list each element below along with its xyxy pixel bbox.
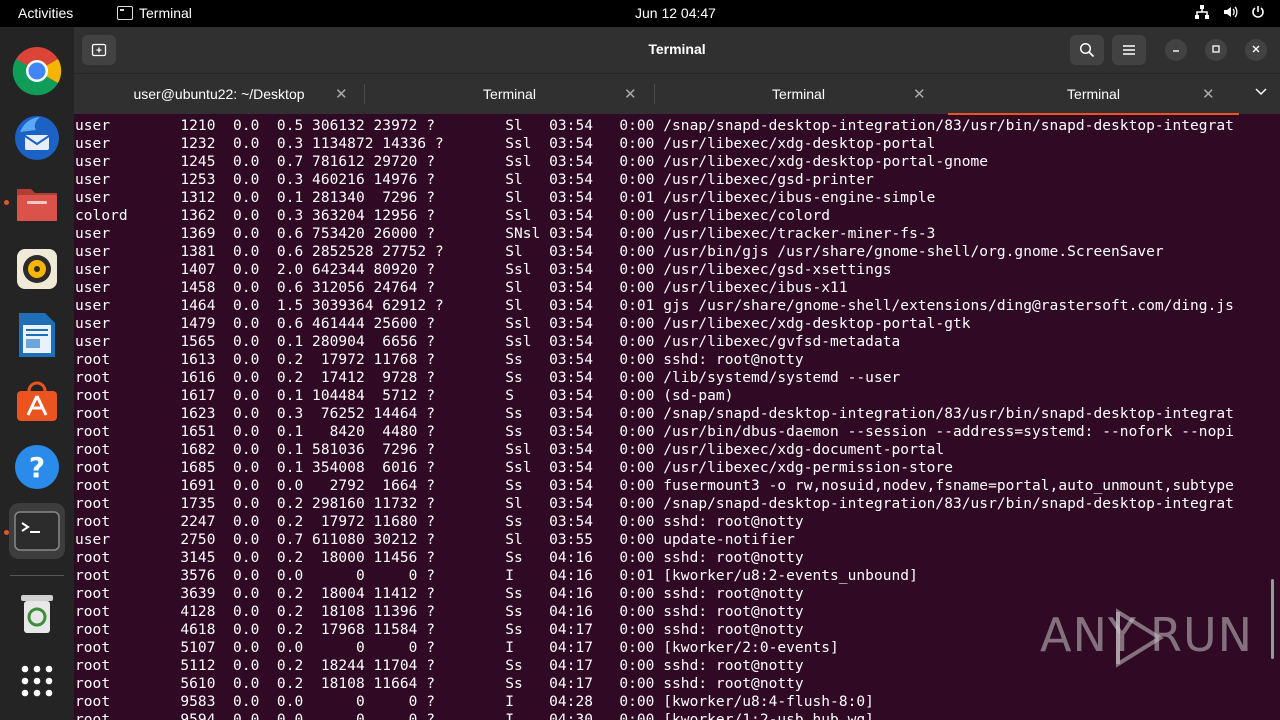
search-icon	[1079, 42, 1095, 58]
dock-separator	[10, 575, 64, 576]
terminal-line: root 5610 0.0 0.2 18108 11664 ? Ss 04:17…	[75, 676, 804, 692]
maximize-icon	[1212, 45, 1220, 53]
writer-icon	[19, 313, 55, 357]
terminal-line: root 1685 0.0 0.1 354008 6016 ? Ssl 03:5…	[75, 460, 953, 476]
activities-button[interactable]: Activities	[18, 5, 73, 21]
terminal-line: root 1623 0.0 0.3 76252 14464 ? Ss 03:54…	[75, 406, 1234, 422]
volume-icon[interactable]	[1222, 4, 1238, 20]
dock-help[interactable]: ?	[9, 439, 65, 495]
app-menu-label: Terminal	[139, 5, 192, 21]
tab-close-icon[interactable]: ✕	[913, 85, 926, 103]
terminal-line: root 1617 0.0 0.1 104484 5712 ? S 03:54 …	[75, 388, 734, 404]
network-icon[interactable]	[1194, 4, 1210, 20]
app-grid-icon	[21, 665, 53, 697]
terminal-line: user 2750 0.0 0.7 611080 30212 ? Sl 03:5…	[75, 532, 795, 548]
dock-files[interactable]	[9, 175, 65, 231]
tab-desktop[interactable]: user@ubuntu22: ~/Desktop ✕	[74, 74, 364, 115]
terminal-line: root 2247 0.0 0.2 17972 11680 ? Ss 03:54…	[75, 514, 804, 530]
tab-terminal-2[interactable]: Terminal ✕	[365, 74, 654, 115]
tab-terminal-4[interactable]: Terminal ✕	[948, 74, 1239, 115]
terminal-line: user 1458 0.0 0.6 312056 24764 ? Sl 03:5…	[75, 280, 848, 296]
tab-close-icon[interactable]: ✕	[1202, 85, 1215, 103]
watermark-right-text: RUN	[1150, 608, 1254, 662]
tab-close-icon[interactable]: ✕	[335, 85, 348, 103]
terminal-line: root 3639 0.0 0.2 18004 11412 ? Ss 04:16…	[75, 586, 804, 602]
chevron-down-icon	[1255, 88, 1267, 96]
dock-show-apps[interactable]	[9, 653, 65, 709]
maximize-button[interactable]	[1205, 39, 1227, 61]
terminal-line: root 5112 0.0 0.2 18244 11704 ? Ss 04:17…	[75, 658, 804, 674]
terminal-line: user 1253 0.0 0.3 460216 14976 ? Sl 03:5…	[75, 172, 874, 188]
minimize-icon	[1173, 50, 1179, 52]
terminal-line: user 1245 0.0 0.7 781612 29720 ? Ssl 03:…	[75, 154, 989, 170]
thunderbird-icon	[15, 116, 59, 160]
terminal-line: root 4618 0.0 0.2 17968 11584 ? Ss 04:17…	[75, 622, 804, 638]
power-icon[interactable]	[1250, 4, 1266, 20]
tab-terminal-3[interactable]: Terminal ✕	[655, 74, 942, 115]
dock: ?	[0, 27, 74, 720]
anyrun-watermark: ANY RUN	[1040, 608, 1252, 668]
terminal-line: root 1613 0.0 0.2 17972 11768 ? Ss 03:54…	[75, 352, 804, 368]
close-button[interactable]	[1245, 39, 1267, 61]
terminal-line: user 1464 0.0 1.5 3039364 62912 ? Sl 03:…	[75, 298, 1234, 314]
dock-thunderbird[interactable]	[9, 109, 65, 165]
terminal-line: root 1691 0.0 0.0 2792 1664 ? Ss 03:54 0…	[75, 478, 1234, 494]
terminal-line: user 1565 0.0 0.1 280904 6656 ? Ssl 03:5…	[75, 334, 901, 350]
terminal-line: root 1651 0.0 0.1 8420 4480 ? Ss 03:54 0…	[75, 424, 1234, 440]
header-bar: Terminal	[74, 27, 1280, 73]
terminal-line: user 1381 0.0 0.6 2852528 27752 ? Sl 03:…	[75, 244, 1164, 260]
dock-writer[interactable]	[9, 307, 65, 363]
dock-terminal[interactable]	[9, 503, 65, 559]
terminal-line: user 1312 0.0 0.1 281340 7296 ? Sl 03:54…	[75, 190, 936, 206]
hamburger-icon	[1123, 45, 1135, 55]
menu-button[interactable]	[1112, 35, 1146, 65]
terminal-app-icon	[117, 6, 133, 20]
terminal-line: user 1232 0.0 0.3 1134872 14336 ? Ssl 03…	[75, 136, 936, 152]
software-store-icon	[17, 381, 57, 421]
terminal-line: root 3145 0.0 0.2 18000 11456 ? Ss 04:16…	[75, 550, 804, 566]
tab-close-icon[interactable]: ✕	[624, 85, 637, 103]
terminal-line: user 1479 0.0 0.6 461444 25600 ? Ssl 03:…	[75, 316, 971, 332]
chrome-icon	[12, 47, 62, 96]
tab-label: Terminal	[483, 86, 536, 102]
clock[interactable]: Jun 12 04:47	[635, 5, 716, 21]
terminal-line: root 4128 0.0 0.2 18108 11396 ? Ss 04:16…	[75, 604, 804, 620]
terminal-line: root 9583 0.0 0.0 0 0 ? I 04:28 0:00 [kw…	[75, 694, 874, 710]
terminal-line: user 1369 0.0 0.6 753420 26000 ? SNsl 03…	[75, 226, 936, 242]
terminal-icon	[14, 511, 60, 551]
dock-chrome[interactable]	[9, 43, 65, 99]
rhythmbox-icon	[17, 249, 57, 289]
terminal-line: root 3576 0.0 0.0 0 0 ? I 04:16 0:01 [kw…	[75, 568, 918, 584]
terminal-line: colord 1362 0.0 0.3 363204 12956 ? Ssl 0…	[75, 208, 831, 224]
search-button[interactable]	[1070, 35, 1104, 65]
terminal-line: root 9594 0.0 0.0 0 0 ? I 04:30 0:00 [kw…	[75, 712, 874, 720]
system-tray[interactable]	[1194, 4, 1266, 20]
terminal-line: root 5107 0.0 0.0 0 0 ? I 04:17 0:00 [kw…	[75, 640, 839, 656]
tab-label: user@ubuntu22: ~/Desktop	[133, 86, 305, 102]
tab-overflow-button[interactable]	[1254, 84, 1268, 101]
terminal-line: root 1682 0.0 0.1 581036 7296 ? Ssl 03:5…	[75, 442, 945, 458]
scrollbar[interactable]	[1271, 579, 1274, 659]
svg-text:?: ?	[29, 451, 45, 484]
dock-software[interactable]	[9, 373, 65, 429]
tab-label: Terminal	[1067, 86, 1120, 102]
tab-label: Terminal	[772, 86, 825, 102]
dock-trash[interactable]	[9, 585, 65, 641]
trash-icon	[21, 595, 53, 633]
top-bar: Activities Terminal Jun 12 04:47	[0, 0, 1280, 27]
terminal-line: user 1210 0.0 0.5 306132 23972 ? Sl 03:5…	[75, 118, 1234, 134]
terminal-line: root 1616 0.0 0.2 17412 9728 ? Ss 03:54 …	[75, 370, 901, 386]
app-menu[interactable]: Terminal	[117, 5, 192, 21]
files-icon	[17, 189, 57, 221]
terminal-line: user 1407 0.0 2.0 642344 80920 ? Ssl 03:…	[75, 262, 892, 278]
help-icon: ?	[15, 445, 59, 489]
close-icon	[1252, 45, 1260, 53]
terminal-line: root 1735 0.0 0.2 298160 11732 ? Sl 03:5…	[75, 496, 1234, 512]
dock-rhythmbox[interactable]	[9, 241, 65, 297]
minimize-button[interactable]	[1165, 39, 1187, 61]
tab-bar: user@ubuntu22: ~/Desktop ✕ Terminal ✕ Te…	[74, 73, 1280, 115]
